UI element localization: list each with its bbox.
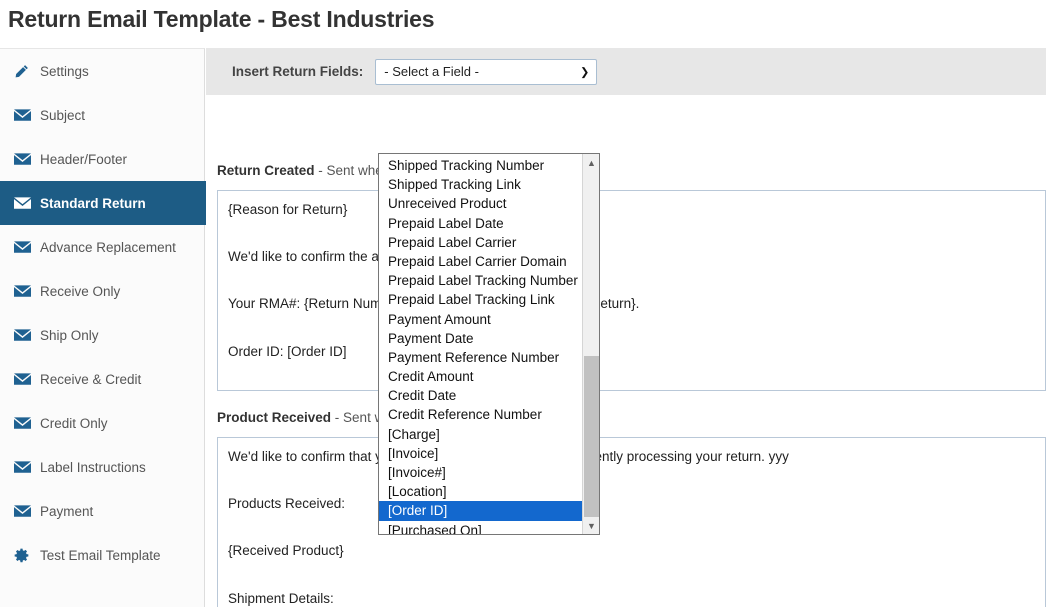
envelope-icon: [14, 417, 40, 430]
sidebar-item-label: Label Instructions: [40, 460, 146, 475]
dropdown-option[interactable]: [Order ID]: [379, 501, 584, 520]
dropdown-option[interactable]: Credit Amount: [379, 367, 584, 386]
dropdown-option[interactable]: Prepaid Label Tracking Number: [379, 271, 584, 290]
section-title-product-received: Product Received: [217, 410, 331, 425]
dropdown-option[interactable]: Payment Amount: [379, 310, 584, 329]
sidebar-item-label: Advance Replacement: [40, 240, 176, 255]
scrollbar-thumb[interactable]: [584, 356, 599, 523]
sidebar-item-receive-only[interactable]: Receive Only: [0, 269, 204, 313]
product-received-textarea[interactable]: We'd like to confirm that y we're curren…: [217, 437, 1046, 607]
gear-icon: [14, 548, 40, 563]
envelope-icon: [14, 329, 40, 342]
dropdown-option[interactable]: Payment Date: [379, 329, 584, 348]
dropdown-option[interactable]: Shipped Tracking Number: [379, 156, 584, 175]
sidebar-item-label-instructions[interactable]: Label Instructions: [0, 445, 204, 489]
sidebar-item-payment[interactable]: Payment: [0, 489, 204, 533]
triangle-down-icon[interactable]: ▼: [583, 517, 600, 534]
sidebar-item-label: Receive & Credit: [40, 372, 141, 387]
sidebar-item-header-footer[interactable]: Header/Footer: [0, 137, 204, 181]
dropdown-scrollbar[interactable]: ▲ ▼: [582, 154, 599, 534]
sidebar-item-standard-return[interactable]: Standard Return: [0, 181, 206, 225]
dropdown-option[interactable]: Payment Reference Number: [379, 348, 584, 367]
envelope-icon: [14, 241, 40, 254]
dropdown-option[interactable]: Unreceived Product: [379, 194, 584, 213]
envelope-icon: [14, 285, 40, 298]
envelope-icon: [14, 373, 40, 386]
return-created-textarea[interactable]: {Reason for Return} We'd like to confirm…: [217, 190, 1046, 391]
dropdown-option[interactable]: Prepaid Label Tracking Link: [379, 290, 584, 309]
insert-field-dropdown-list[interactable]: Shipped Tracking NumberShipped Tracking …: [378, 153, 600, 535]
insert-fields-toolbar: Insert Return Fields: - Select a Field -…: [206, 48, 1046, 95]
sidebar-item-subject[interactable]: Subject: [0, 93, 204, 137]
sidebar-item-label: Settings: [40, 64, 89, 79]
sidebar-item-label: Receive Only: [40, 284, 120, 299]
dropdown-option[interactable]: [Purchased On]: [379, 521, 584, 535]
dropdown-option[interactable]: [Charge]: [379, 425, 584, 444]
email-template-page: Return Email Template - Best Industries …: [0, 0, 1046, 607]
dropdown-option[interactable]: [Invoice]: [379, 444, 584, 463]
insert-field-select-value: - Select a Field -: [384, 64, 479, 79]
dropdown-options: Shipped Tracking NumberShipped Tracking …: [379, 154, 584, 535]
sidebar-item-label: Subject: [40, 108, 85, 123]
sidebar: Settings Subject Header/Footer Standard Ret…: [0, 48, 205, 607]
triangle-up-icon[interactable]: ▲: [583, 154, 600, 171]
chevron-down-icon: ❯: [580, 65, 589, 78]
sidebar-item-ship-only[interactable]: Ship Only: [0, 313, 204, 357]
pencil-icon: [14, 64, 40, 79]
dropdown-option[interactable]: Credit Date: [379, 386, 584, 405]
section-heading-product-received: Product Received - Sent wh: [217, 410, 392, 425]
sidebar-item-label: Payment: [40, 504, 93, 519]
envelope-icon: [14, 109, 40, 122]
section-title-return-created: Return Created: [217, 163, 315, 178]
dropdown-option[interactable]: [Invoice#]: [379, 463, 584, 482]
dropdown-option[interactable]: Prepaid Label Carrier: [379, 233, 584, 252]
envelope-icon: [14, 461, 40, 474]
sidebar-item-label: Credit Only: [40, 416, 108, 431]
page-title: Return Email Template - Best Industries: [8, 6, 434, 33]
sidebar-item-label: Test Email Template: [40, 548, 161, 563]
dropdown-option[interactable]: [Location]: [379, 482, 584, 501]
envelope-icon: [14, 505, 40, 518]
dropdown-option[interactable]: Prepaid Label Carrier Domain: [379, 252, 584, 271]
sidebar-item-advance-replacement[interactable]: Advance Replacement: [0, 225, 204, 269]
sidebar-item-settings[interactable]: Settings: [0, 49, 204, 93]
insert-field-select[interactable]: - Select a Field - ❯: [375, 59, 597, 85]
sidebar-item-test-email-template[interactable]: Test Email Template: [0, 533, 204, 577]
dropdown-option[interactable]: Prepaid Label Date: [379, 214, 584, 233]
sidebar-item-label: Ship Only: [40, 328, 99, 343]
insert-fields-label: Insert Return Fields:: [232, 64, 363, 79]
sidebar-item-label: Header/Footer: [40, 152, 127, 167]
envelope-icon: [14, 197, 40, 210]
sidebar-item-receive-credit[interactable]: Receive & Credit: [0, 357, 204, 401]
content-area: Insert Return Fields: - Select a Field -…: [206, 48, 1046, 607]
dropdown-option[interactable]: Shipped Tracking Link: [379, 175, 584, 194]
sidebar-item-credit-only[interactable]: Credit Only: [0, 401, 204, 445]
dropdown-option[interactable]: Credit Reference Number: [379, 405, 584, 424]
envelope-icon: [14, 153, 40, 166]
sidebar-item-label: Standard Return: [40, 196, 146, 211]
